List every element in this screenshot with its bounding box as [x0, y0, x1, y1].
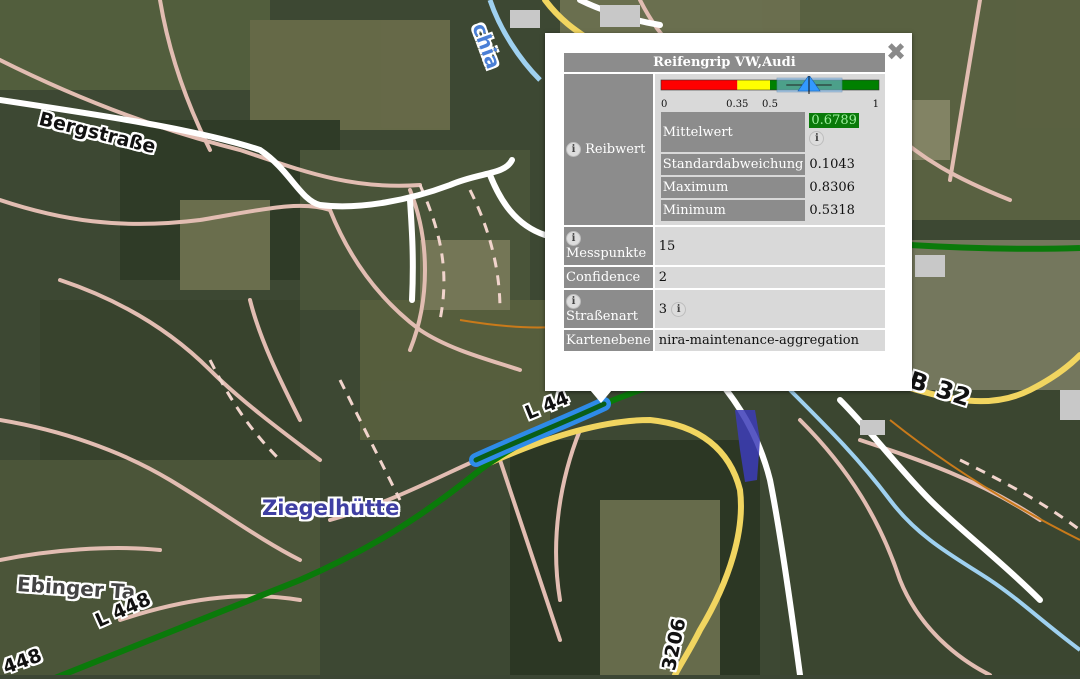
info-table: Reifengrip VW,Audi i Reibwert 0 0.35 0.5 1 …: [562, 51, 887, 353]
gauge-tick-label: 0.5: [762, 99, 778, 110]
popup-pointer: [590, 390, 612, 403]
reibwert-key: i Reibwert: [564, 74, 653, 225]
stat-mittelwert-label: Mittelwert: [660, 112, 806, 152]
info-icon[interactable]: i: [671, 301, 687, 317]
gauge-tick-label: 0: [661, 99, 667, 110]
reibwert-gauge: 0 0.35 0.5 1: [660, 76, 880, 110]
reibwert-value: 0 0.35 0.5 1 Mittelwert 0.6789 i Standardab…: [654, 74, 885, 225]
stat-std-value: 0.1043: [807, 154, 879, 175]
stat-mittelwert-value: 0.6789 i: [807, 112, 879, 152]
reibwert-stats: Mittelwert 0.6789 i Standardabweichung 0…: [659, 110, 881, 223]
kartenebene-value: nira-maintenance-aggregation: [654, 330, 885, 351]
info-icon[interactable]: i: [566, 142, 581, 157]
messpunkte-key: i Messpunkte: [564, 227, 653, 265]
stat-max-label: Maximum: [660, 177, 806, 198]
strassenart-label: Straßenart: [566, 309, 639, 324]
strassenart-value: 3: [658, 301, 668, 317]
stat-min-label: Minimum: [660, 200, 806, 221]
gauge-zone-0: [660, 80, 738, 90]
gauge-zone-1: [737, 80, 770, 90]
confidence-label: Confidence: [564, 267, 653, 288]
strassenart-key: i Straßenart: [564, 290, 653, 328]
gauge-tick-label: 0.35: [726, 99, 748, 110]
strassenart-value-cell: 3 i: [654, 290, 885, 328]
info-icon[interactable]: i: [566, 231, 581, 246]
label-ziegelhuette: Ziegelhütte: [262, 496, 400, 520]
messpunkte-label: Messpunkte: [566, 246, 647, 261]
messpunkte-value: 15: [654, 227, 885, 265]
close-icon[interactable]: ✖: [884, 40, 908, 64]
kartenebene-label: Kartenebene: [564, 330, 653, 351]
popup-title: Reifengrip VW,Audi: [564, 53, 885, 72]
mean-value: 0.6789: [809, 113, 859, 128]
satellite-map[interactable]: [0, 0, 1080, 675]
confidence-value: 2: [654, 267, 885, 288]
info-icon[interactable]: i: [566, 294, 581, 309]
stat-min-value: 0.5318: [807, 200, 879, 221]
gauge-tick-label: 1: [872, 99, 878, 110]
stat-max-value: 0.8306: [807, 177, 879, 198]
info-icon[interactable]: i: [809, 131, 825, 146]
stat-std-label: Standardabweichung: [660, 154, 806, 175]
reibwert-label: Reibwert: [585, 142, 646, 157]
